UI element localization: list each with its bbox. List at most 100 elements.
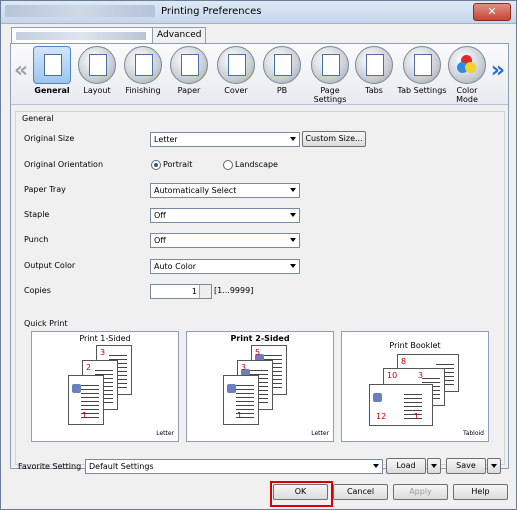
scroll-left-icon[interactable]: « xyxy=(14,58,28,83)
orientation-label: Original Orientation xyxy=(24,160,104,169)
general-group: General Original Size Letter Custom Size… xyxy=(15,111,505,465)
paper-tray-label: Paper Tray xyxy=(24,185,66,194)
favorite-setting-select[interactable]: Default Settings xyxy=(85,459,383,474)
category-pb[interactable]: PB xyxy=(260,46,304,102)
dropdown-arrow-icon xyxy=(290,213,296,217)
close-icon: ✕ xyxy=(487,5,497,18)
layout-icon xyxy=(78,46,116,84)
category-label: General xyxy=(34,86,70,95)
dropdown-arrow-icon xyxy=(431,464,437,468)
tab-settings-icon xyxy=(403,46,441,84)
punch-label: Punch xyxy=(24,235,49,244)
copies-spinner[interactable]: 1 xyxy=(150,284,212,299)
window-title: Printing Preferences xyxy=(161,6,262,17)
category-tabs[interactable]: Tabs xyxy=(352,46,396,102)
staple-label: Staple xyxy=(24,210,50,219)
spinner-arrows-icon[interactable] xyxy=(199,285,211,298)
title-bar: Printing Preferences ✕ xyxy=(1,1,516,24)
close-button[interactable]: ✕ xyxy=(473,3,511,21)
category-color-mode[interactable]: Color Mode xyxy=(445,46,489,104)
group-title: General xyxy=(22,114,54,123)
category-label: Cover xyxy=(224,86,248,95)
landscape-label: Landscape xyxy=(235,160,278,169)
ok-button[interactable]: OK xyxy=(273,484,328,500)
page-thumbnail: 12 1 xyxy=(369,384,433,426)
select-value: Automatically Select xyxy=(154,186,237,195)
scroll-right-icon[interactable]: » xyxy=(491,58,505,83)
general-icon xyxy=(33,46,71,84)
copies-label: Copies xyxy=(24,286,51,295)
output-color-select[interactable]: Auto Color xyxy=(150,259,300,274)
dropdown-arrow-icon xyxy=(491,464,497,468)
load-button[interactable]: Load xyxy=(386,458,426,474)
print-booklet-button[interactable]: Print Booklet 8 10 3 12 1 Tabloid xyxy=(341,331,489,442)
tab-basic[interactable] xyxy=(11,27,156,43)
dropdown-arrow-icon xyxy=(290,137,296,141)
select-value: Default Settings xyxy=(89,462,154,471)
category-label: Page Settings xyxy=(313,86,347,104)
quick-print-group: Quick Print Print 1-Sided 3 2 1 Letter P… xyxy=(24,319,498,446)
paper-size-label: Letter xyxy=(311,430,329,437)
copies-range: [1...9999] xyxy=(214,286,254,295)
paper-icon xyxy=(170,46,208,84)
category-tab-settings[interactable]: Tab Settings xyxy=(397,46,447,102)
tabs-icon xyxy=(355,46,393,84)
category-general[interactable]: General xyxy=(30,46,74,102)
select-value: Off xyxy=(154,236,166,245)
category-finishing[interactable]: Finishing xyxy=(121,46,165,102)
printing-preferences-window: Printing Preferences ✕ Advanced « Genera… xyxy=(0,0,517,510)
finishing-icon xyxy=(124,46,162,84)
select-value: Letter xyxy=(154,135,178,144)
select-value: Auto Color xyxy=(154,262,197,271)
original-size-select[interactable]: Letter xyxy=(150,132,300,147)
category-page-settings[interactable]: Page Settings xyxy=(305,46,355,104)
cancel-button[interactable]: Cancel xyxy=(333,484,388,500)
pb-icon xyxy=(263,46,301,84)
dropdown-arrow-icon xyxy=(373,464,379,468)
punch-select[interactable]: Off xyxy=(150,233,300,248)
portrait-radio[interactable] xyxy=(151,160,161,170)
dialog-buttons: OK Cancel Apply Help xyxy=(1,479,516,509)
paper-tray-select[interactable]: Automatically Select xyxy=(150,183,300,198)
general-content: General Original Size Letter Custom Size… xyxy=(11,106,508,466)
page-thumbnail: 1 xyxy=(223,375,259,425)
quick-print-label: Print 1-Sided xyxy=(79,334,131,343)
custom-size-button[interactable]: Custom Size... xyxy=(302,131,366,147)
category-cover[interactable]: Cover xyxy=(214,46,258,102)
landscape-radio[interactable] xyxy=(223,160,233,170)
settings-panel: « General Layout Finishing Paper Cover P… xyxy=(10,43,509,469)
save-button[interactable]: Save xyxy=(446,458,486,474)
portrait-label: Portrait xyxy=(163,160,193,169)
category-layout[interactable]: Layout xyxy=(75,46,119,102)
quick-print-label: Print 2-Sided xyxy=(230,334,290,343)
blurred-tab-label xyxy=(16,32,146,40)
help-button[interactable]: Help xyxy=(453,484,508,500)
page-settings-icon xyxy=(311,46,349,84)
tab-advanced[interactable]: Advanced xyxy=(152,27,207,43)
dropdown-arrow-icon xyxy=(290,264,296,268)
dropdown-arrow-icon xyxy=(290,188,296,192)
page-thumbnail: 1 xyxy=(68,375,104,425)
output-color-label: Output Color xyxy=(24,261,76,270)
flower-icon xyxy=(373,393,382,402)
flower-icon xyxy=(227,384,236,393)
print-1-sided-button[interactable]: Print 1-Sided 3 2 1 Letter xyxy=(31,331,179,442)
select-value: Off xyxy=(154,211,166,220)
save-menu-button[interactable] xyxy=(487,458,501,474)
favorite-setting-bar: Favorite Setting Default Settings Load S… xyxy=(1,455,516,475)
print-2-sided-button[interactable]: Print 2-Sided 5 3 1 Letter xyxy=(186,331,334,442)
color-mode-icon xyxy=(448,46,486,84)
category-paper[interactable]: Paper xyxy=(167,46,211,102)
flower-icon xyxy=(72,384,81,393)
category-label: Color Mode xyxy=(456,86,478,104)
quick-print-label: Print Booklet xyxy=(389,341,441,350)
category-bar: « General Layout Finishing Paper Cover P… xyxy=(11,44,508,105)
cover-icon xyxy=(217,46,255,84)
quick-print-title: Quick Print xyxy=(24,319,68,328)
staple-select[interactable]: Off xyxy=(150,208,300,223)
blurred-printer-name xyxy=(5,5,155,17)
apply-button[interactable]: Apply xyxy=(393,484,448,500)
paper-size-label: Tabloid xyxy=(463,430,484,437)
load-menu-button[interactable] xyxy=(427,458,441,474)
copies-value: 1 xyxy=(191,287,197,296)
